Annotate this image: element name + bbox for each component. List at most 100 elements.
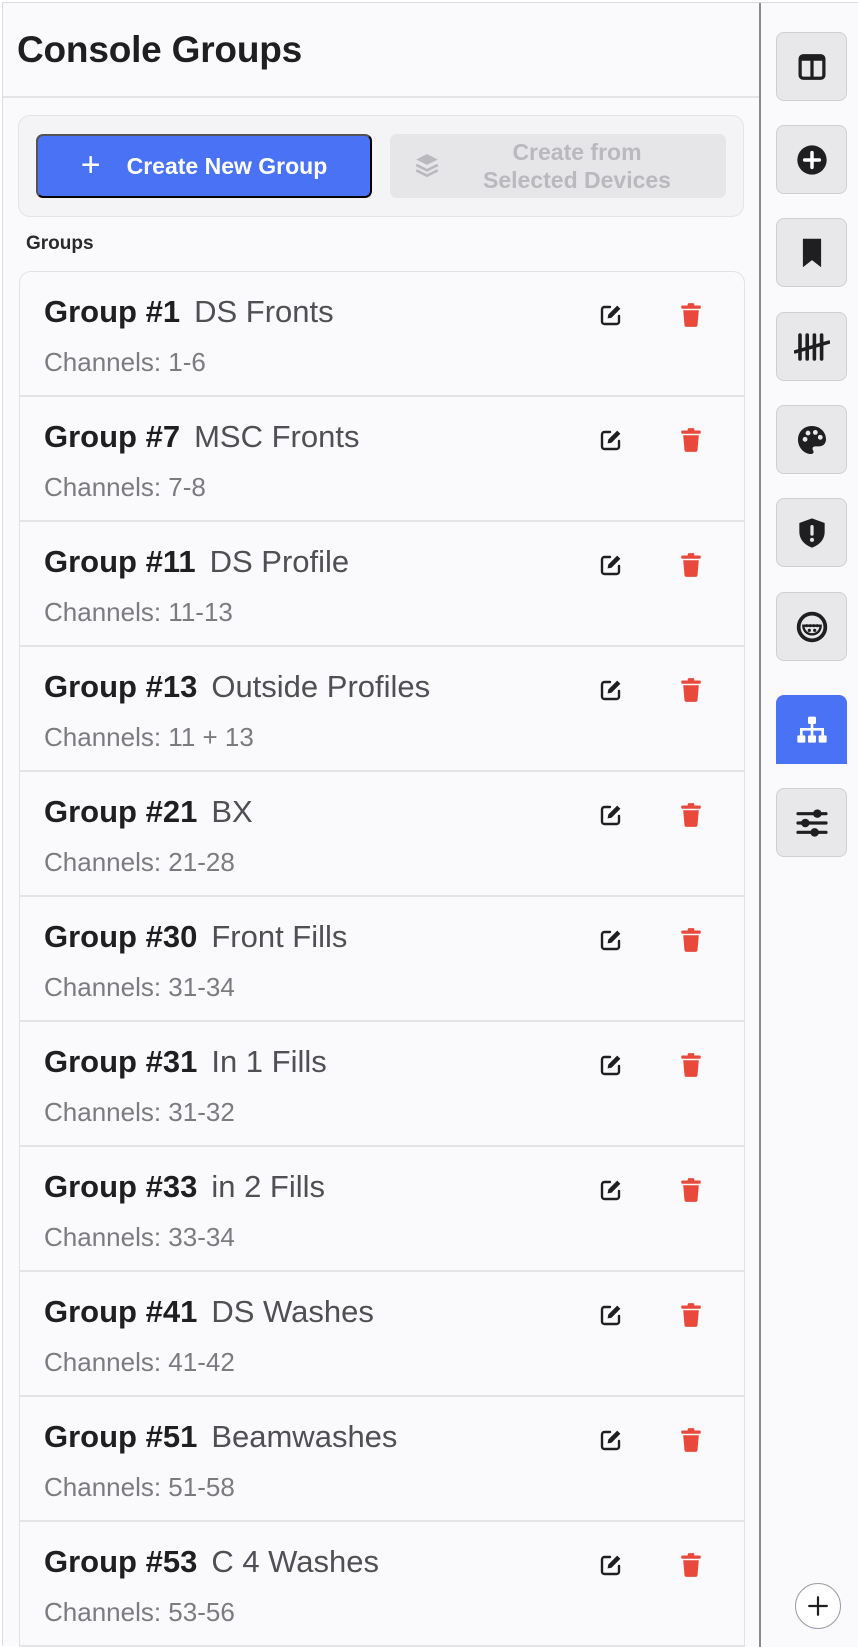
create-from-line1: Create from	[512, 139, 642, 165]
delete-group-button[interactable]	[673, 424, 709, 460]
edit-group-button[interactable]	[593, 924, 629, 960]
rail-button-palette[interactable]	[776, 405, 847, 474]
group-title: Group #53 C 4 Washes	[44, 1544, 379, 1580]
group-row[interactable]: Group #21 BX Channels: 21-28	[20, 772, 744, 897]
create-from-selected-label: Create from Selected Devices	[483, 138, 671, 194]
group-title: Group #41 DS Washes	[44, 1294, 374, 1330]
group-title: Group #21 BX	[44, 794, 253, 830]
edit-group-button[interactable]	[593, 299, 629, 335]
rail-button-sliders[interactable]	[776, 788, 847, 857]
edit-group-button[interactable]	[593, 549, 629, 585]
bookmark-icon	[802, 238, 821, 267]
group-number: Group #1	[44, 294, 181, 329]
group-name: In 1 Fills	[211, 1044, 327, 1079]
group-title: Group #11 DS Profile	[44, 544, 349, 580]
create-new-group-button[interactable]: + Create New Group	[36, 134, 372, 198]
group-channels: Channels: 41-42	[44, 1347, 235, 1377]
group-channels: Channels: 21-28	[44, 847, 235, 877]
edit-icon	[599, 303, 623, 332]
group-number: Group #41	[44, 1294, 198, 1329]
trash-icon	[680, 427, 702, 458]
rail-button-tally[interactable]	[776, 312, 847, 381]
group-title: Group #7 MSC Fronts	[44, 419, 359, 455]
rail-button-bookmarks[interactable]	[776, 218, 847, 287]
rail-button-add[interactable]	[776, 125, 847, 194]
group-name: Outside Profiles	[211, 669, 431, 704]
edit-icon	[599, 553, 623, 582]
group-name: DS Washes	[211, 1294, 374, 1329]
edit-group-button[interactable]	[593, 1549, 629, 1585]
trash-icon	[680, 1177, 702, 1208]
group-row[interactable]: Group #11 DS Profile Channels: 11-13	[20, 522, 744, 647]
panel-header: Console Groups	[3, 3, 759, 98]
group-channels: Channels: 7-8	[44, 472, 206, 502]
group-title: Group #1 DS Fronts	[44, 294, 334, 330]
console-groups-panel: Console Groups + Create New Group Create…	[3, 3, 759, 1647]
group-row[interactable]: Group #1 DS Fronts Channels: 1-6	[20, 272, 744, 397]
group-channels: Channels: 11-13	[44, 597, 233, 627]
group-number: Group #30	[44, 919, 198, 954]
edit-group-button[interactable]	[593, 674, 629, 710]
group-row[interactable]: Group #30 Front Fills Channels: 31-34	[20, 897, 744, 1022]
delete-group-button[interactable]	[673, 1299, 709, 1335]
page-title: Console Groups	[17, 28, 302, 70]
group-number: Group #13	[44, 669, 198, 704]
group-title: Group #31 In 1 Fills	[44, 1044, 327, 1080]
group-actions-toolbar: + Create New Group Create from Selected …	[18, 115, 744, 217]
group-channels: Channels: 33-34	[44, 1222, 235, 1252]
group-row[interactable]: Group #41 DS Washes Channels: 41-42	[20, 1272, 744, 1397]
group-number: Group #31	[44, 1044, 198, 1079]
create-new-group-label: Create New Group	[126, 152, 328, 179]
delete-group-button[interactable]	[673, 1549, 709, 1585]
groups-list: Group #1 DS Fronts Channels: 1-6 Group #7 MS…	[19, 271, 745, 1647]
edit-group-button[interactable]	[593, 1174, 629, 1210]
edit-group-button[interactable]	[593, 1049, 629, 1085]
edit-group-button[interactable]	[593, 799, 629, 835]
group-name: in 2 Fills	[211, 1169, 326, 1204]
rail-button-security[interactable]	[776, 498, 847, 567]
edit-group-button[interactable]	[593, 424, 629, 460]
group-name: MSC Fronts	[194, 419, 360, 454]
delete-group-button[interactable]	[673, 674, 709, 710]
group-row[interactable]: Group #7 MSC Fronts Channels: 7-8	[20, 397, 744, 522]
delete-group-button[interactable]	[673, 1174, 709, 1210]
delete-group-button[interactable]	[673, 924, 709, 960]
rail-add-button[interactable]	[795, 1583, 841, 1629]
edit-icon	[599, 1178, 623, 1207]
trash-icon	[680, 927, 702, 958]
group-channels: Channels: 31-32	[44, 1097, 235, 1127]
group-row[interactable]: Group #51 Beamwashes Channels: 51-58	[20, 1397, 744, 1522]
edit-group-button[interactable]	[593, 1424, 629, 1460]
plus-circle-icon	[796, 144, 827, 175]
group-title: Group #51 Beamwashes	[44, 1419, 397, 1455]
trash-icon	[680, 1052, 702, 1083]
hierarchy-icon	[796, 716, 827, 743]
group-title: Group #33 in 2 Fills	[44, 1169, 325, 1205]
group-row[interactable]: Group #13 Outside Profiles Channels: 11 + …	[20, 647, 744, 772]
delete-group-button[interactable]	[673, 549, 709, 585]
group-row[interactable]: Group #31 In 1 Fills Channels: 31-32	[20, 1022, 744, 1147]
palette-icon	[797, 425, 826, 454]
trash-icon	[680, 552, 702, 583]
sliders-icon	[795, 808, 828, 837]
group-row[interactable]: Group #53 C 4 Washes Channels: 53-56	[20, 1522, 744, 1647]
delete-group-button[interactable]	[673, 799, 709, 835]
edit-icon	[599, 928, 623, 957]
group-name: Beamwashes	[211, 1419, 398, 1454]
group-number: Group #33	[44, 1169, 198, 1204]
create-from-selected-button[interactable]: Create from Selected Devices	[390, 134, 726, 198]
group-row[interactable]: Group #33 in 2 Fills Channels: 33-34	[20, 1147, 744, 1272]
group-number: Group #51	[44, 1419, 198, 1454]
layers-icon	[414, 152, 440, 186]
delete-group-button[interactable]	[673, 1424, 709, 1460]
trash-icon	[680, 802, 702, 833]
rail-button-groups[interactable]	[776, 695, 847, 764]
group-channels: Channels: 11 + 13	[44, 722, 254, 752]
edit-group-button[interactable]	[593, 1299, 629, 1335]
rail-button-layout[interactable]	[776, 32, 847, 101]
group-name: C 4 Washes	[211, 1544, 380, 1579]
delete-group-button[interactable]	[673, 1049, 709, 1085]
rail-button-dmx[interactable]	[776, 592, 847, 661]
group-channels: Channels: 53-56	[44, 1597, 235, 1627]
delete-group-button[interactable]	[673, 299, 709, 335]
